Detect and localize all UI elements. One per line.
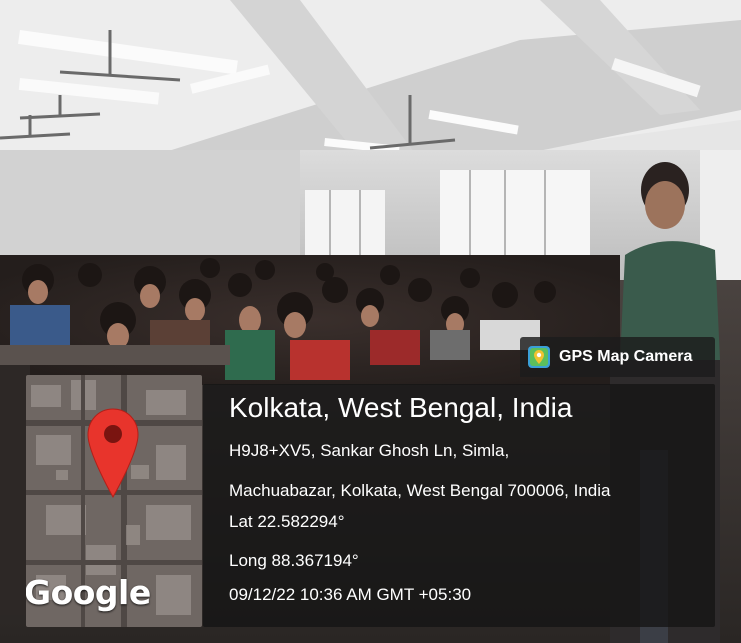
photo-frame: Google GPS Map Camera Kolkata, West Beng…: [0, 0, 741, 643]
address-line-1: H9J8+XV5, Sankar Ghosh Ln, Simla,: [229, 441, 510, 460]
google-logo: Google: [26, 573, 151, 612]
address-line-2: Machuabazar, Kolkata, West Bengal 700006…: [229, 481, 611, 500]
map-pin-icon: [86, 407, 140, 504]
brand-name: GPS Map Camera: [559, 348, 693, 365]
location-title: Kolkata, West Bengal, India: [229, 392, 573, 423]
gps-map-camera-icon: [528, 346, 550, 368]
gps-map-camera-badge: GPS Map Camera: [520, 337, 715, 377]
location-minimap: Google: [26, 375, 202, 627]
datetime-text: 09/12/22 10:36 AM GMT +05:30: [229, 585, 472, 604]
latitude-text: Lat 22.582294°: [229, 512, 345, 531]
longitude-text: Long 88.367194°: [229, 551, 359, 570]
